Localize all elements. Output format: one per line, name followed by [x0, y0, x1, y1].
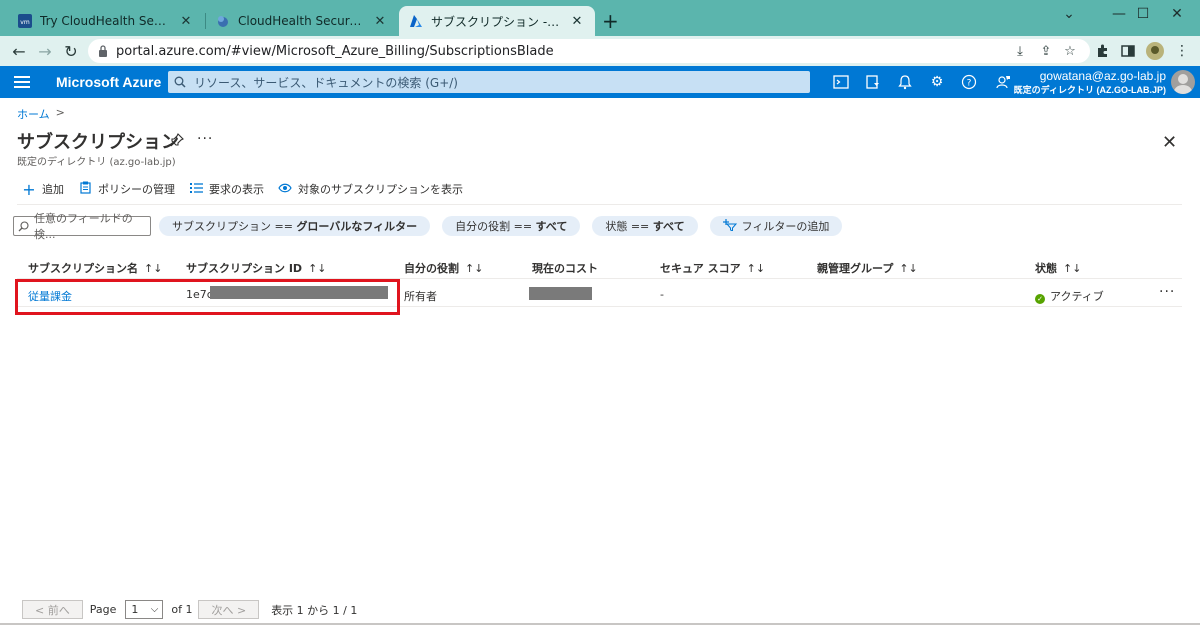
- svg-text:vm: vm: [20, 19, 30, 26]
- new-tab-button[interactable]: +: [602, 9, 619, 33]
- side-panel-icon[interactable]: [1118, 41, 1138, 61]
- role-filter-pill[interactable]: 自分の役割 == すべて: [442, 216, 581, 236]
- extensions-puzzle-icon[interactable]: [1093, 41, 1113, 61]
- highlight-box: [15, 279, 400, 315]
- column-header-id[interactable]: サブスクリプション ID ↑↓: [186, 260, 327, 276]
- row-more-options-icon[interactable]: ···: [1159, 284, 1175, 300]
- notifications-bell-icon[interactable]: [896, 73, 914, 91]
- next-page-button[interactable]: 次へ >: [198, 600, 260, 619]
- profile-avatar-icon[interactable]: [1145, 41, 1165, 61]
- cloudhealth-icon: [216, 14, 230, 28]
- check-circle-icon: ✓: [1035, 294, 1045, 304]
- tab-search-chevron-icon[interactable]: ⌄: [1046, 0, 1092, 28]
- cloud-shell-icon[interactable]: [832, 73, 850, 91]
- help-icon[interactable]: ?: [960, 73, 978, 91]
- account-menu[interactable]: gowatana@az.go-lab.jp 既定のディレクトリ (AZ.GO-L…: [1014, 69, 1166, 96]
- tab-try-cloudhealth[interactable]: vm Try CloudHealth Secure State for ✕: [8, 6, 204, 36]
- sort-arrows-icon: ↑↓: [899, 262, 918, 275]
- sort-arrows-icon: ↑↓: [144, 262, 163, 275]
- list-icon: [189, 182, 203, 197]
- add-filter-button[interactable]: フィルターの追加: [709, 216, 843, 236]
- column-header-management-group[interactable]: 親管理グループ ↑↓: [817, 260, 918, 276]
- state-cell: ✓ アクティブ: [1035, 288, 1104, 304]
- secure-score-cell: -: [660, 288, 664, 301]
- sort-arrows-icon: ↑↓: [1063, 262, 1082, 275]
- previous-page-button[interactable]: < 前へ: [22, 600, 83, 619]
- sort-arrows-icon: ↑↓: [465, 262, 484, 275]
- plus-icon: +: [22, 179, 36, 199]
- share-icon[interactable]: ⇪: [1036, 41, 1056, 61]
- azure-brand[interactable]: Microsoft Azure: [56, 74, 161, 90]
- feedback-icon[interactable]: [994, 73, 1012, 91]
- bookmark-star-icon[interactable]: ☆: [1060, 41, 1080, 61]
- page-select[interactable]: 1 ⌵: [125, 600, 164, 619]
- state-filter-pill[interactable]: 状態 == すべて: [592, 216, 698, 236]
- avatar[interactable]: [1171, 70, 1195, 94]
- page-summary: 表示 1 から 1 / 1: [271, 603, 358, 617]
- sort-arrows-icon: ↑↓: [308, 262, 327, 275]
- settings-gear-icon[interactable]: ⚙: [928, 73, 946, 91]
- add-filter-icon: [722, 218, 737, 234]
- forward-arrow-icon[interactable]: →: [34, 41, 56, 61]
- browser-menu-icon[interactable]: ⋮: [1172, 41, 1192, 61]
- field-filter-input[interactable]: 任意のフィールドの検...: [13, 212, 151, 241]
- column-header-role[interactable]: 自分の役割 ↑↓: [404, 260, 483, 276]
- filter-bar: 任意のフィールドの検... サブスクリプション == グローバルなフィルター 自…: [13, 212, 843, 241]
- tab-cloudhealth-secure-state[interactable]: CloudHealth Secure State ✕: [206, 6, 398, 36]
- svg-text:?: ?: [967, 79, 972, 89]
- sort-arrows-icon: ↑↓: [746, 262, 766, 275]
- search-icon: [18, 220, 29, 232]
- reload-icon[interactable]: ↻: [60, 41, 82, 61]
- close-blade-icon[interactable]: ✕: [1162, 132, 1177, 153]
- lock-icon: [98, 45, 108, 57]
- browser-tab-bar: vm Try CloudHealth Secure State for ✕ Cl…: [0, 0, 1200, 36]
- portal-menu-icon[interactable]: [14, 74, 30, 90]
- column-header-secure-score[interactable]: セキュア スコア ↑↓: [660, 260, 765, 276]
- directory-filter-icon[interactable]: [864, 73, 882, 91]
- command-bar: + 追加 ポリシーの管理 要求の表示 対象のサブスクリプションを表示: [22, 180, 477, 199]
- view-requirements-button[interactable]: 要求の表示: [189, 181, 264, 197]
- browser-toolbar: ← → ↻ portal.azure.com/#view/Microsoft_A…: [0, 36, 1200, 66]
- pagination: < 前へ Page 1 ⌵ of 1 次へ > 表示 1 から 1 / 1: [22, 600, 357, 619]
- breadcrumb-home-link[interactable]: ホーム: [17, 106, 50, 122]
- pin-icon[interactable]: [170, 133, 184, 151]
- subscription-filter-pill[interactable]: サブスクリプション == グローバルなフィルター: [159, 216, 431, 236]
- add-button[interactable]: + 追加: [22, 180, 64, 199]
- azure-icon: [409, 14, 423, 28]
- vmware-icon: vm: [18, 14, 32, 28]
- install-app-icon[interactable]: ⤓: [1010, 41, 1030, 61]
- column-header-state[interactable]: 状態 ↑↓: [1035, 260, 1081, 276]
- close-tab-icon[interactable]: ✕: [372, 14, 388, 29]
- chevron-down-icon: ⌵: [150, 604, 159, 615]
- command-bar-divider: [17, 204, 1182, 205]
- clipboard-icon: [78, 181, 92, 198]
- view-target-subscriptions-button[interactable]: 対象のサブスクリプションを表示: [278, 181, 463, 197]
- close-tab-icon[interactable]: ✕: [178, 14, 194, 29]
- redacted-cost: [529, 287, 592, 300]
- role-cell: 所有者: [404, 290, 437, 303]
- azure-header: Microsoft Azure リソース、サービス、ドキュメントの検索 (G+/…: [0, 66, 1200, 98]
- search-icon: [174, 76, 186, 88]
- tab-azure-subscriptions[interactable]: サブスクリプション - Microsoft Azure ✕: [399, 6, 595, 36]
- close-window-icon[interactable]: ✕: [1154, 0, 1200, 28]
- page-label: Page: [89, 603, 117, 616]
- address-bar[interactable]: portal.azure.com/#view/Microsoft_Azure_B…: [88, 39, 1090, 63]
- column-header-name[interactable]: サブスクリプション名 ↑↓: [28, 260, 162, 276]
- more-options-icon[interactable]: ···: [197, 131, 213, 147]
- page-title: サブスクリプション: [17, 132, 179, 152]
- breadcrumb: ホーム >: [17, 106, 65, 122]
- close-tab-icon[interactable]: ✕: [569, 14, 585, 29]
- manage-policy-button[interactable]: ポリシーの管理: [78, 181, 175, 198]
- eye-icon: [278, 182, 292, 197]
- table-header: サブスクリプション名 ↑↓ サブスクリプション ID ↑↓ 自分の役割 ↑↓ 現在のコ…: [17, 255, 1182, 279]
- breadcrumb-chevron-icon: >: [55, 106, 65, 119]
- page-of-label: of 1: [171, 603, 193, 616]
- back-arrow-icon[interactable]: ←: [8, 41, 30, 61]
- column-header-cost: 現在のコスト: [532, 262, 598, 275]
- page-subtitle: 既定のディレクトリ (az.go-lab.jp): [17, 157, 176, 168]
- address-url: portal.azure.com/#view/Microsoft_Azure_B…: [116, 43, 554, 59]
- global-search-input[interactable]: リソース、サービス、ドキュメントの検索 (G+/): [168, 71, 810, 93]
